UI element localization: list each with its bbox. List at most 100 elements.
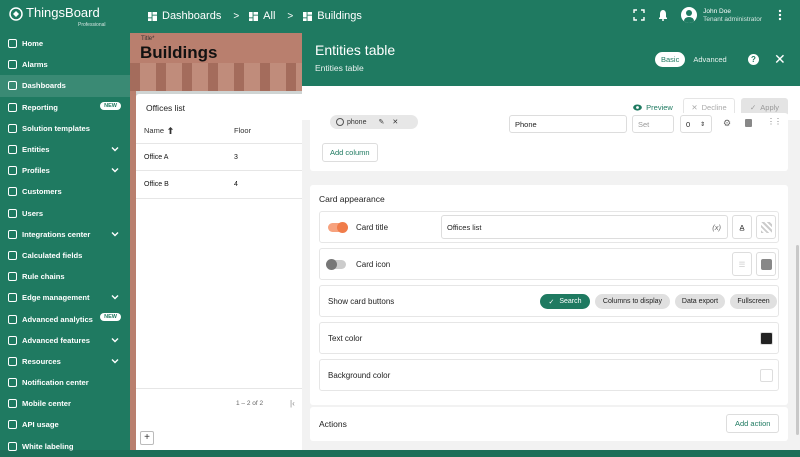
breadcrumb-all[interactable]: All (249, 10, 275, 22)
sidebar-item-calculated-fields[interactable]: Calculated fields (0, 245, 130, 266)
help-icon[interactable]: ? (748, 54, 759, 65)
scrollbar[interactable] (796, 245, 799, 435)
column-row: phone ✎ ✕ Phone Set 0 ⇕ ⚙ ⋮⋮ (310, 113, 788, 133)
edge-icon (8, 293, 17, 303)
column-label-input[interactable]: Phone (509, 115, 627, 133)
chevron-right-icon: > (287, 10, 294, 22)
add-column-button[interactable]: Add column (322, 143, 378, 162)
integrations-icon (8, 229, 17, 239)
notification-icon (8, 378, 17, 388)
settings-icon[interactable]: ⚙ (723, 118, 731, 129)
sidebar-item-home[interactable]: Home (0, 33, 130, 54)
sidebar-item-white-labeling[interactable]: White labeling (0, 436, 130, 457)
preview-label: Preview (646, 102, 673, 112)
sidebar-item-customers[interactable]: Customers (0, 181, 130, 202)
columns-button-toggle[interactable]: Columns to display (595, 294, 670, 309)
breadcrumb-dashboards[interactable]: Dashboards (148, 10, 221, 22)
icon-color-button[interactable] (756, 252, 776, 276)
search-label: Search (559, 298, 582, 305)
sidebar-item-resources[interactable]: Resources (0, 351, 130, 372)
edit-icon[interactable]: ✎ (378, 118, 384, 126)
icon-select-button[interactable]: ☰ (732, 252, 752, 276)
sidebar-item-rule-chains[interactable]: Rule chains (0, 266, 130, 287)
eye-icon (633, 103, 643, 111)
divider (136, 170, 306, 171)
sidebar-item-reporting[interactable]: Reporting NEW (0, 97, 130, 118)
user-menu[interactable]: John Doe Tenant administrator (681, 7, 762, 23)
mobile-icon (8, 399, 17, 409)
column-order-input[interactable]: 0 ⇕ (680, 115, 712, 133)
sidebar-item-notification-center[interactable]: Notification center (0, 372, 130, 393)
export-button-toggle[interactable]: Data export (675, 294, 725, 309)
text-color-label: Text color (328, 334, 363, 343)
background-color-swatch[interactable] (760, 369, 773, 382)
text-color-swatch[interactable] (760, 332, 773, 345)
sidebar-item-profiles[interactable]: Profiles (0, 160, 130, 181)
first-page-icon[interactable]: |‹ (290, 399, 295, 408)
more-vert-icon[interactable] (774, 9, 786, 21)
column-width-input[interactable]: Set (632, 115, 674, 133)
fullscreen-button-toggle[interactable]: Fullscreen (730, 294, 777, 309)
add-action-button[interactable]: Add action (726, 414, 780, 433)
table-header: Name Floor (144, 126, 304, 135)
sidebar-item-alarms[interactable]: Alarms (0, 54, 130, 75)
entities-table-widget: Offices list Name Floor Office A 3 Offic… (136, 94, 306, 450)
bell-icon[interactable] (657, 9, 669, 21)
sidebar-item-mobile-center[interactable]: Mobile center (0, 393, 130, 414)
column-header-name[interactable]: Name (144, 126, 234, 135)
user-role: Tenant administrator (703, 16, 762, 23)
sidebar-item-label: Customers (22, 187, 62, 197)
sidebar-item-dashboards[interactable]: Dashboards (0, 75, 130, 97)
home-icon (8, 39, 17, 49)
basic-mode-button[interactable]: Basic (655, 52, 686, 67)
data-key-chip[interactable]: phone ✎ ✕ (330, 115, 418, 129)
panel-subtitle: Entities table (315, 63, 364, 73)
search-button-toggle[interactable]: ✓ Search (540, 294, 590, 309)
sidebar-item-advanced-features[interactable]: Advanced features (0, 330, 130, 351)
sidebar-item-label: Rule chains (22, 272, 65, 282)
table-row[interactable]: Office A 3 (144, 154, 304, 161)
sidebar-item-label: Dashboards (22, 81, 66, 91)
sidebar-item-api-usage[interactable]: API usage (0, 414, 130, 435)
sidebar-item-advanced-analytics[interactable]: Advanced analytics NEW (0, 308, 130, 329)
analytics-icon (8, 314, 17, 324)
apply-label: Apply (760, 102, 780, 112)
title-widget: Title* Buildings (130, 33, 310, 91)
thingsboard-logo[interactable]: ThingsBoard Professional (8, 6, 106, 28)
menu-icon: ☰ (738, 259, 746, 269)
card-icon-label: Card icon (356, 260, 391, 269)
table-row[interactable]: Office B 4 (144, 181, 304, 188)
chevron-down-icon (111, 295, 119, 300)
app-edition: Professional (78, 22, 106, 28)
drag-handle-icon[interactable]: ⋮⋮ (767, 117, 782, 126)
sidebar-item-entities[interactable]: Entities (0, 139, 130, 160)
variable-icon[interactable]: (x) (712, 223, 721, 232)
stepper-icon[interactable]: ⇕ (700, 121, 705, 128)
close-icon[interactable]: ✕ (774, 51, 786, 68)
background-color-row: Background color (319, 359, 779, 391)
zoom-in-button[interactable]: + (140, 431, 154, 445)
column-header-floor[interactable]: Floor (234, 126, 251, 135)
divider (136, 198, 306, 199)
fullscreen-icon[interactable] (633, 9, 645, 21)
card-title-row: Card title Offices list (x) A̲ (319, 211, 779, 243)
card-title-input[interactable]: Offices list (x) (441, 215, 728, 239)
card-title-toggle[interactable] (328, 222, 348, 233)
dashboard-icon (249, 11, 259, 21)
close-icon[interactable]: ✕ (392, 118, 398, 126)
delete-icon[interactable] (745, 119, 752, 127)
text-style-button[interactable]: A̲ (732, 215, 752, 239)
sidebar-item-solution-templates[interactable]: Solution templates (0, 118, 130, 139)
sidebar-item-label: Edge management (22, 293, 90, 303)
sidebar-item-users[interactable]: Users (0, 203, 130, 224)
report-icon (8, 102, 17, 112)
entities-icon (8, 145, 17, 155)
chevron-down-icon (111, 358, 119, 364)
sidebar-item-integrations-center[interactable]: Integrations center (0, 224, 130, 245)
sidebar-item-edge-management[interactable]: Edge management (0, 287, 130, 308)
card-icon-toggle[interactable] (326, 259, 346, 270)
breadcrumb-buildings[interactable]: Buildings (303, 10, 362, 22)
advanced-mode-button[interactable]: Advanced (685, 52, 734, 67)
color-swatch-icon (761, 258, 772, 270)
color-picker-button[interactable] (756, 215, 776, 239)
